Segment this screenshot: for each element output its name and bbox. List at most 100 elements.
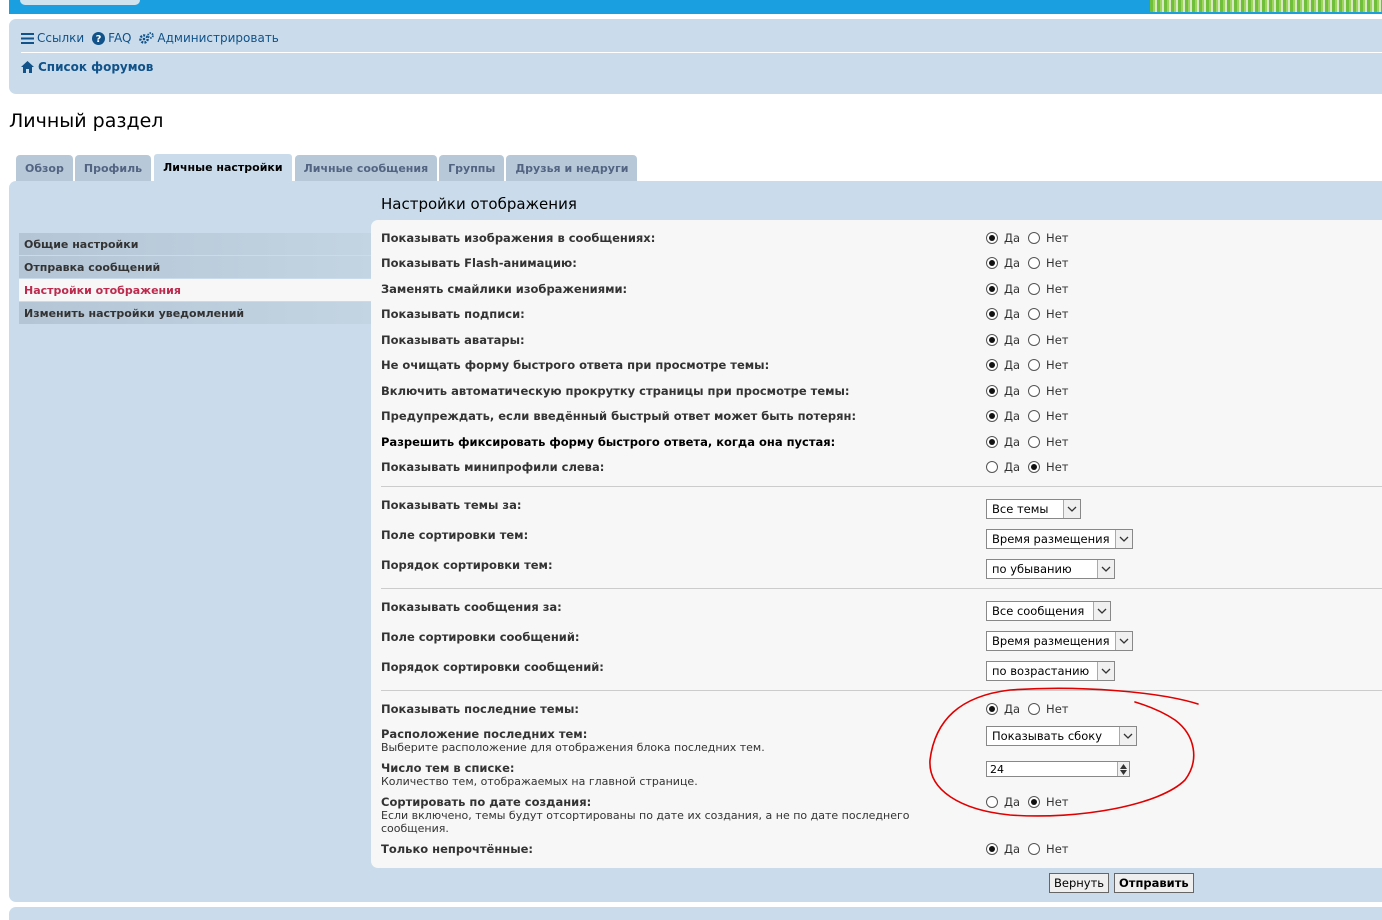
radio-no[interactable] xyxy=(1028,232,1041,244)
menu-icon xyxy=(21,32,34,44)
radio-no[interactable] xyxy=(1028,410,1041,422)
dropdown-select[interactable]: по возрастанию xyxy=(986,661,1115,681)
setting-row: Разрешить фиксировать форму быстрого отв… xyxy=(381,435,1382,449)
radio-yes[interactable] xyxy=(986,334,998,346)
radio-no[interactable] xyxy=(1028,308,1041,320)
radio-yes[interactable] xyxy=(986,283,998,295)
radio-yes[interactable] xyxy=(986,257,998,269)
radio-no[interactable] xyxy=(1028,257,1041,269)
menu-item-notifications[interactable]: Изменить настройки уведомлений xyxy=(19,302,371,324)
radio-yes[interactable] xyxy=(986,308,998,320)
radio-group-sort-creation: Да Нет xyxy=(986,795,1076,809)
setting-label: Только непрочтённые: xyxy=(381,842,534,856)
radio-yes[interactable] xyxy=(986,359,998,371)
setting-row-recent-count: Число тем в списке: Количество тем, отоб… xyxy=(381,761,1382,788)
radio-no[interactable] xyxy=(1028,461,1041,473)
radio-yes[interactable] xyxy=(986,436,998,448)
menu-item-general[interactable]: Общие настройки xyxy=(19,233,371,255)
radio-yes[interactable] xyxy=(986,385,998,397)
radio-label-yes: Да xyxy=(1004,384,1021,398)
menu-item-display[interactable]: Настройки отображения xyxy=(19,279,371,301)
radio-no[interactable] xyxy=(1028,843,1041,855)
radio-yes[interactable] xyxy=(986,461,998,473)
setting-label: Расположение последних тем: xyxy=(381,727,588,741)
nav-link-label: Администрировать xyxy=(157,31,279,45)
nav-link-admin[interactable]: Администрировать xyxy=(139,31,279,45)
tab-groups[interactable]: Группы xyxy=(439,155,505,182)
radio-no[interactable] xyxy=(1028,436,1041,448)
radio-yes[interactable] xyxy=(986,410,998,422)
radio-label-no: Нет xyxy=(1046,409,1069,423)
settings-form: Показывать изображения в сообщениях: Да Не… xyxy=(371,220,1382,868)
ucp-tabs: Обзор Профиль Личные настройки Личные со… xyxy=(16,153,639,182)
section-divider xyxy=(381,486,1382,487)
setting-row: Показывать подписи: xyxy=(381,307,1382,321)
radio-no[interactable] xyxy=(1028,385,1041,397)
radio-label-no: Нет xyxy=(1046,384,1069,398)
setting-label: Показывать последние темы: xyxy=(381,702,579,716)
svg-text:?: ? xyxy=(96,34,102,45)
tab-preferences[interactable]: Личные настройки xyxy=(153,153,293,181)
select-value: Все сообщения xyxy=(992,604,1085,618)
radio-no[interactable] xyxy=(1028,359,1041,371)
setting-row-show-recent: Показывать последние темы: xyxy=(381,702,1382,716)
radio-yes[interactable] xyxy=(986,232,998,244)
chevron-down-icon xyxy=(1097,662,1114,680)
radio-yes[interactable] xyxy=(986,796,998,808)
setting-label: Предупреждать, если введённый быстрый от… xyxy=(381,409,857,423)
dropdown-select[interactable]: Все темы xyxy=(986,499,1081,519)
radio-no[interactable] xyxy=(1028,334,1041,346)
setting-row-unread-only: Только непрочтённые: xyxy=(381,842,1382,856)
section-divider xyxy=(381,690,1382,691)
dropdown-select[interactable]: по убыванию xyxy=(986,559,1115,579)
setting-label: Показывать сообщения за: xyxy=(381,600,562,614)
nav-link-links[interactable]: Ссылки xyxy=(21,31,84,45)
side-menu: Общие настройки Отправка сообщений Настр… xyxy=(19,233,371,325)
tab-private-messages[interactable]: Личные сообщения xyxy=(294,155,438,182)
tab-overview[interactable]: Обзор xyxy=(16,155,73,182)
radio-label-yes: Да xyxy=(1004,231,1021,245)
setting-description: Количество тем, отображаемых на главной … xyxy=(381,775,698,788)
recent-count-input[interactable]: 24 xyxy=(986,761,1130,777)
menu-item-posting[interactable]: Отправка сообщений xyxy=(19,256,371,278)
setting-label: Поле сортировки сообщений: xyxy=(381,630,580,644)
spin-down-icon[interactable] xyxy=(1120,769,1127,775)
setting-label: Число тем в списке: xyxy=(381,761,515,775)
spin-up-icon[interactable] xyxy=(1120,763,1127,769)
ucp-panel: Общие настройки Отправка сообщений Настр… xyxy=(9,181,1382,902)
radio-label-no: Нет xyxy=(1046,842,1069,856)
section-title: Настройки отображения xyxy=(381,195,577,213)
dropdown-select[interactable]: Время размещения xyxy=(986,631,1133,651)
radio-no[interactable] xyxy=(1028,796,1041,808)
breadcrumb[interactable]: Список форумов xyxy=(21,60,153,74)
radio-label-no: Нет xyxy=(1046,702,1069,716)
recent-position-select[interactable]: Показывать сбоку xyxy=(986,726,1137,746)
radio-no[interactable] xyxy=(1028,283,1041,295)
dropdown-select[interactable]: Все сообщения xyxy=(986,601,1111,621)
radio-group-show-recent: Да Нет xyxy=(986,702,1076,716)
radio-yes[interactable] xyxy=(986,843,998,855)
spin-buttons[interactable] xyxy=(1117,762,1129,776)
radio-group: Да Нет xyxy=(986,282,1076,296)
radio-label-no: Нет xyxy=(1046,435,1069,449)
radio-label-yes: Да xyxy=(1004,435,1021,449)
radio-label-yes: Да xyxy=(1004,409,1021,423)
dropdown-select[interactable]: Время размещения xyxy=(986,529,1133,549)
radio-group: Да Нет xyxy=(986,358,1076,372)
nav-links: Ссылки ? FAQ Администрировать xyxy=(21,30,287,46)
select-value: по возрастанию xyxy=(992,664,1090,678)
radio-yes[interactable] xyxy=(986,703,998,715)
setting-row: Поле сортировки тем: xyxy=(381,528,1382,542)
site-logo[interactable] xyxy=(20,0,140,5)
setting-label: Показывать аватары: xyxy=(381,333,525,347)
radio-group-unread-only: Да Нет xyxy=(986,842,1076,856)
setting-label: Не очищать форму быстрого ответа при про… xyxy=(381,358,770,372)
submit-button[interactable]: Отправить xyxy=(1114,873,1194,893)
tab-profile[interactable]: Профиль xyxy=(74,155,152,182)
tab-friends-foes[interactable]: Друзья и недруги xyxy=(506,155,638,182)
select-value: Показывать сбоку xyxy=(992,729,1103,743)
nav-link-label: Ссылки xyxy=(37,31,85,45)
radio-no[interactable] xyxy=(1028,703,1041,715)
reset-button[interactable]: Вернуть xyxy=(1049,873,1110,893)
nav-link-faq[interactable]: ? FAQ xyxy=(92,31,131,45)
